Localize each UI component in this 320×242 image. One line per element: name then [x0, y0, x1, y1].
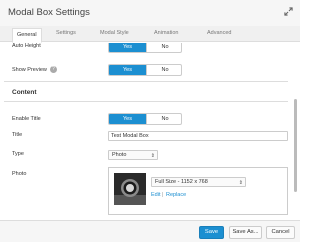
show-preview-yes-button[interactable]: Yes	[109, 65, 146, 75]
photo-edit-link[interactable]: Edit	[151, 192, 160, 198]
tab-animation[interactable]: Animation	[154, 30, 178, 36]
content-scrollbar[interactable]	[294, 99, 297, 192]
tab-bar: General Settings Modal Style Animation A…	[0, 26, 300, 43]
title-field-label: Title	[12, 132, 23, 138]
expand-icon[interactable]	[284, 7, 293, 16]
photo-size-value: Full Size - 1152 x 768	[155, 179, 208, 185]
help-icon[interactable]: ?	[49, 66, 57, 73]
show-preview-toggle: Yes No	[108, 64, 182, 76]
tab-modal-style[interactable]: Modal Style	[100, 30, 129, 36]
tab-general[interactable]: General	[12, 28, 42, 43]
dialog-footer: Save Save As... Cancel	[0, 220, 300, 242]
photo-thumbnail[interactable]	[114, 173, 146, 205]
show-preview-row: Show Preview?	[12, 66, 57, 73]
type-select-value: Photo	[112, 152, 127, 158]
dialog-title: Modal Box Settings	[8, 7, 90, 18]
show-preview-label: Show Preview	[12, 66, 47, 73]
settings-content: Auto Height Yes No Show Preview? Yes No …	[0, 43, 300, 220]
auto-height-label: Auto Height	[12, 43, 41, 49]
type-label: Type	[12, 151, 24, 157]
photo-replace-link[interactable]: Replace	[166, 192, 186, 198]
link-separator: |	[162, 192, 164, 198]
photo-image-icon	[114, 173, 146, 205]
section-title-divider	[4, 101, 288, 102]
photo-label: Photo	[12, 171, 27, 177]
cancel-button[interactable]: Cancel	[266, 226, 295, 239]
dialog-header: Modal Box Settings	[0, 0, 300, 26]
content-section-title: Content	[12, 89, 37, 96]
enable-title-toggle: Yes No	[108, 113, 182, 125]
title-input[interactable]: Test Modal Box	[108, 131, 288, 141]
auto-height-yes-button[interactable]: Yes	[109, 43, 146, 52]
type-select[interactable]: Photo ⇕	[108, 150, 158, 160]
tab-advanced[interactable]: Advanced	[207, 30, 231, 36]
auto-height-no-button[interactable]: No	[146, 43, 181, 52]
auto-height-toggle: Yes No	[108, 43, 182, 53]
select-arrows-icon: ⇕	[238, 180, 243, 186]
enable-title-yes-button[interactable]: Yes	[109, 114, 146, 124]
save-button[interactable]: Save	[199, 226, 224, 239]
save-as-button[interactable]: Save As...	[229, 226, 262, 239]
tab-settings[interactable]: Settings	[56, 30, 76, 36]
show-preview-no-button[interactable]: No	[146, 65, 181, 75]
photo-size-select[interactable]: Full Size - 1152 x 768 ⇕	[151, 177, 246, 187]
enable-title-no-button[interactable]: No	[146, 114, 181, 124]
select-arrows-icon: ⇕	[150, 153, 155, 159]
section-divider	[4, 81, 288, 82]
enable-title-label: Enable Title	[12, 116, 41, 122]
photo-field: Full Size - 1152 x 768 ⇕ Edit | Replace	[108, 167, 288, 215]
